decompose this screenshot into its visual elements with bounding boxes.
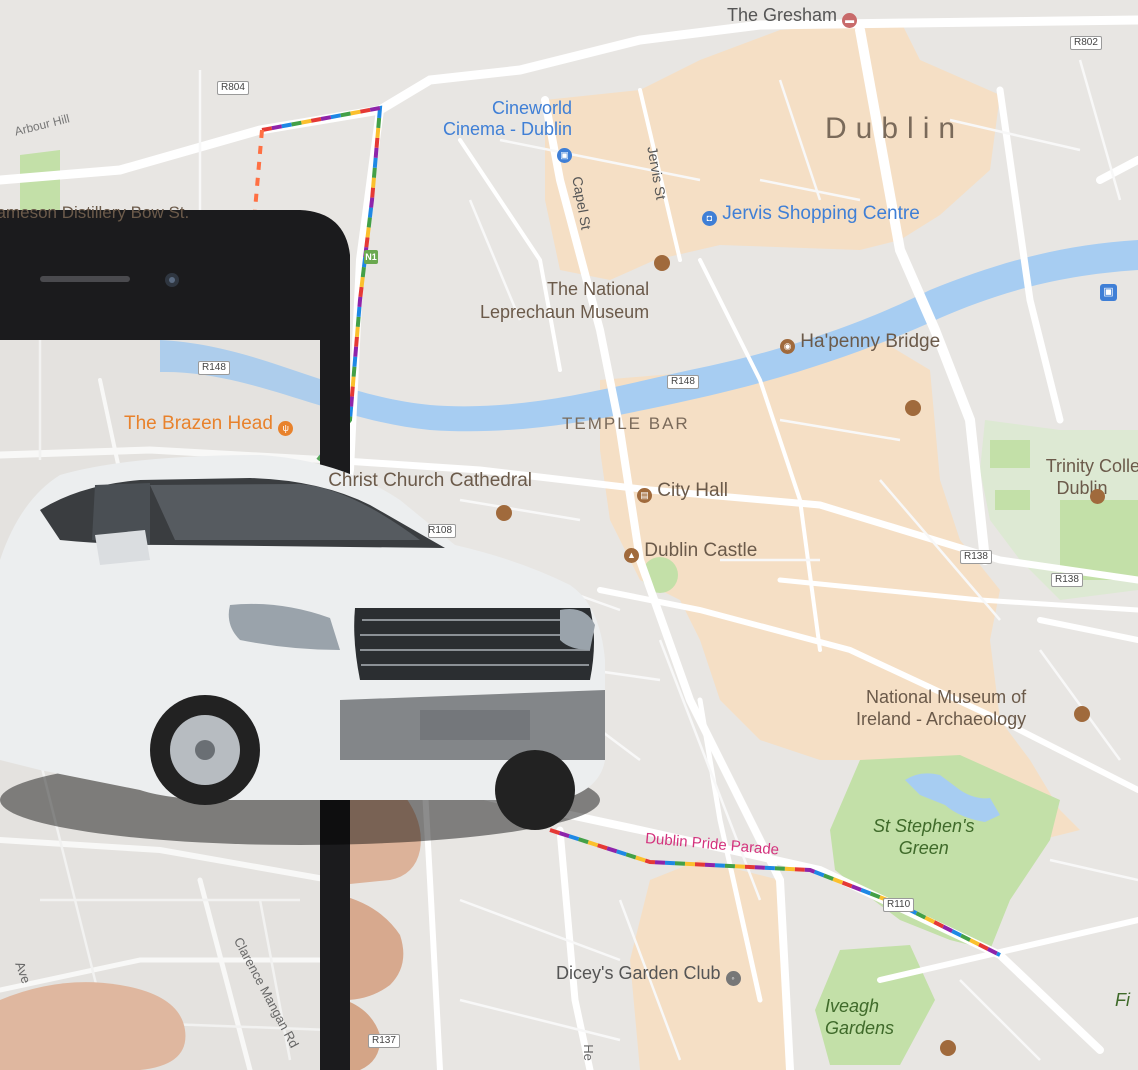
road-shield-r138-east: R138 xyxy=(1051,573,1083,587)
poi-jervis-centre-label: Jervis Shopping Centre xyxy=(722,203,920,224)
landmark-icon: ◉ xyxy=(780,339,795,354)
road-shield-r148-west: R148 xyxy=(198,361,230,375)
poi-dublin-castle-label: Dublin Castle xyxy=(644,540,758,561)
poi-cineworld[interactable]: Cineworld Cinema - Dublin ▣ xyxy=(443,77,573,184)
neighbourhood-label: TEMPLE BAR xyxy=(562,414,690,433)
iveagh-pin-icon xyxy=(940,1040,956,1056)
poi-brazen-head[interactable]: The Brazen Head ψ xyxy=(124,413,294,436)
cinema-icon: ▣ xyxy=(557,148,573,163)
road-shield-r108-partial: R108 xyxy=(428,524,456,538)
road-shield-r108-text: R108 xyxy=(428,525,452,536)
bus-stop-icon: ▣ xyxy=(1100,284,1117,301)
museum-pin-icon xyxy=(654,255,670,271)
city-hall-icon: ▤ xyxy=(637,488,652,503)
poi-dublin-castle[interactable]: ▲ Dublin Castle xyxy=(624,540,757,563)
castle-icon: ▲ xyxy=(624,548,639,563)
poi-gresham[interactable]: The Gresham ▬ xyxy=(727,5,858,28)
national-route-shield: N1 xyxy=(364,250,378,264)
road-shield-r138-west: R138 xyxy=(960,550,992,564)
street-label-he: He xyxy=(580,1044,596,1061)
road-shield-r137: R137 xyxy=(368,1034,400,1048)
poi-fi-partial: Fi xyxy=(1115,990,1130,1010)
poi-hapenny[interactable]: ◉ Ha'penny Bridge xyxy=(780,331,940,354)
poi-stephens-green[interactable]: St Stephen's Green xyxy=(873,815,975,859)
poi-city-hall-label: City Hall xyxy=(657,480,729,501)
nightlife-icon: ◦ xyxy=(725,971,741,986)
hotel-icon: ▬ xyxy=(842,13,858,28)
road-shield-r148-east: R148 xyxy=(667,375,699,389)
poi-jameson[interactable]: Jameson Distillery Bow St. xyxy=(0,203,275,223)
poi-city-hall[interactable]: ▤ City Hall xyxy=(637,480,728,503)
restaurant-icon: ψ xyxy=(278,421,294,436)
museum-archaeology-pin-icon xyxy=(1074,706,1090,722)
trinity-pin-icon xyxy=(1090,489,1105,504)
road-shield-r804: R804 xyxy=(217,81,249,95)
poi-cathedral-label: Christ Church Cathedral xyxy=(328,470,532,491)
cathedral-pin-icon xyxy=(496,505,512,521)
poi-brazen-head-label: The Brazen Head xyxy=(124,413,273,434)
poi-hapenny-label: Ha'penny Bridge xyxy=(800,331,941,352)
map-canvas[interactable]: Dublin TEMPLE BAR Arbour Hill Capel St J… xyxy=(0,0,1138,1070)
city-label: Dublin xyxy=(825,112,965,145)
road-shield-r802: R802 xyxy=(1070,36,1102,50)
poi-cathedral[interactable]: Christ Church Cathedral xyxy=(322,470,532,492)
poi-leprechaun[interactable]: The National Leprechaun Museum xyxy=(480,278,649,324)
poi-diceys[interactable]: Dicey's Garden Club ◦ xyxy=(556,963,741,986)
poi-iveagh[interactable]: Iveagh Gardens xyxy=(825,995,894,1039)
landmark-pin-icon xyxy=(905,400,921,416)
road-shield-r110: R110 xyxy=(883,898,915,912)
poi-jervis-centre[interactable]: ◘ Jervis Shopping Centre xyxy=(702,203,920,226)
poi-gresham-label: The Gresham xyxy=(727,5,838,25)
poi-cineworld-label: Cineworld Cinema - Dublin xyxy=(443,98,573,139)
shopping-bag-icon: ◘ xyxy=(702,211,717,226)
poi-trinity[interactable]: Trinity College Dublin xyxy=(1026,433,1138,521)
poi-diceys-label: Dicey's Garden Club xyxy=(556,963,721,983)
poi-museum[interactable]: National Museum of Ireland - Archaeology xyxy=(856,686,1026,730)
